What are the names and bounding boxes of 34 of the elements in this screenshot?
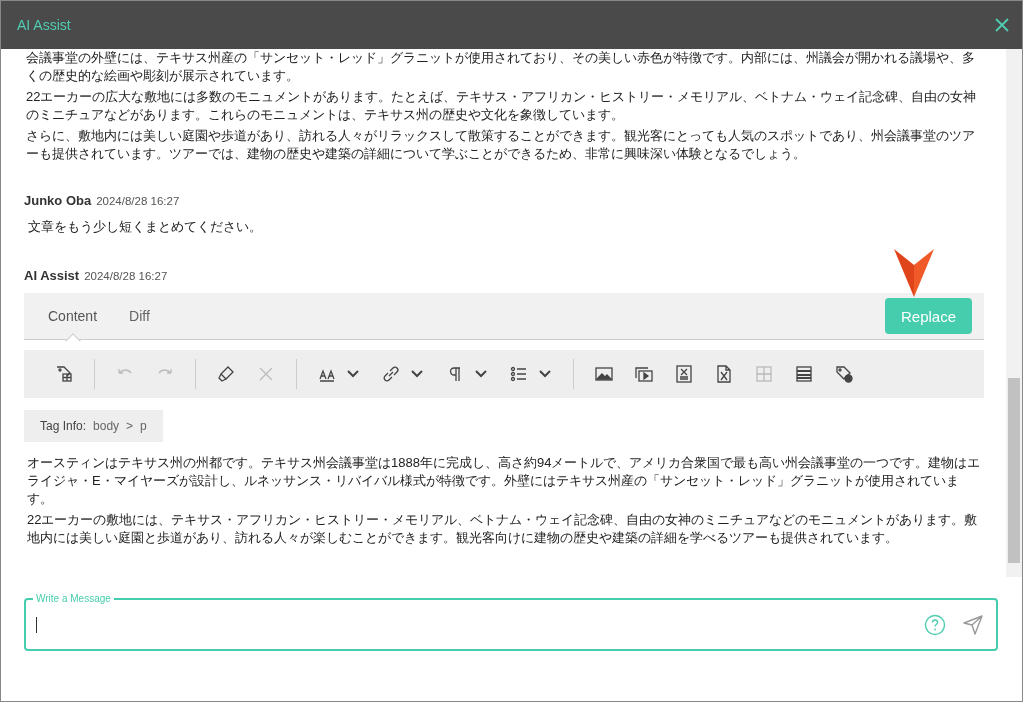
tag-info-label: Tag Info: xyxy=(40,419,87,433)
tag-path-item: > xyxy=(126,419,134,433)
list-icon[interactable] xyxy=(509,364,529,384)
formula-icon[interactable] xyxy=(674,364,694,384)
message-paragraph: 文章をもう少し短くまとめてください。 xyxy=(27,218,263,236)
tag-path-item: p xyxy=(140,419,147,433)
video-icon[interactable] xyxy=(634,364,654,384)
message-paragraph: さらに、敷地内には美しい庭園や歩道があり、訪れる人々がリラックスして散策することができます。観光客にとっても人気のスポットであり、州会議事堂のツアーも提供されています。ツアーでは、建物の歴史や建築の詳細について学ぶことができるため、非常に興味深い体験となるでしょう。 xyxy=(25,127,976,163)
template-icon[interactable] xyxy=(794,364,814,384)
tag-table-icon[interactable] xyxy=(54,364,74,384)
close-icon[interactable] xyxy=(994,17,1010,33)
window-title: AI Assist xyxy=(17,17,71,33)
message-paragraph: 会議事堂の外壁には、テキサス州産の「サンセット・レッド」グラニットが使用されており、その美しい赤色が特徴です。内部には、州議会が開かれる議場や、多くの歴史的な絵画や彫刻が展示されています。 xyxy=(25,49,976,85)
link-icon[interactable] xyxy=(381,364,401,384)
timestamp: 2024/8/28 16:27 xyxy=(96,195,180,207)
caret-icon[interactable] xyxy=(411,370,423,378)
caret-icon[interactable] xyxy=(539,370,551,378)
tag-check-icon[interactable] xyxy=(834,364,854,384)
caret-icon[interactable] xyxy=(475,370,487,378)
eraser-icon[interactable] xyxy=(216,364,236,384)
message-paragraph: 22エーカーの広大な敷地には多数のモニュメントがあります。たとえば、テキサス・アフリカン・ヒストリー・メモリアル、ベトナム・ウェイ記念碑、自由の女神のミニチュアなどがあります。これらのモニュメントは、テキサス州の歴史や文化を象徴しています。 xyxy=(25,88,978,124)
tab[interactable]: Diff xyxy=(113,293,166,339)
file-icon[interactable] xyxy=(714,364,734,384)
image-icon[interactable] xyxy=(594,364,614,384)
result-paragraph: 22エーカーの敷地には、テキサス・アフリカン・ヒストリー・メモリアル、ベトナム・ウェイ記念碑、自由の女神のミニチュアなどのモニュメントがあります。敷地内には美しい庭園と歩道があり、訪れる人々が楽しむことができます。観光客向けに建物の歴史や建築の詳細を学べるツアーも提供されています。 xyxy=(26,511,979,547)
caret-icon[interactable] xyxy=(347,370,359,378)
pointer-arrow-icon xyxy=(894,249,934,297)
timestamp: 2024/8/28 16:27 xyxy=(84,270,168,282)
result-paragraph: オースティンはテキサス州の州都です。テキサス州会議事堂は1888年に完成し、高さ約94メートルで、アメリカ合衆国で最も高い州会議事堂の一つです。建物はエライジャ・E・マイヤーズが設計し、ルネッサンス・リバイバル様式が特徴です。外壁にはテキサス州産の「サンセット・レッド」グラニットが使用されています。 xyxy=(26,454,982,508)
author-name: AI Assist xyxy=(24,268,80,283)
tag-path-item: body xyxy=(93,419,120,433)
author-name: Junko Oba xyxy=(24,193,92,208)
send-icon[interactable] xyxy=(962,614,984,636)
field-label: Write a Message xyxy=(35,593,112,605)
